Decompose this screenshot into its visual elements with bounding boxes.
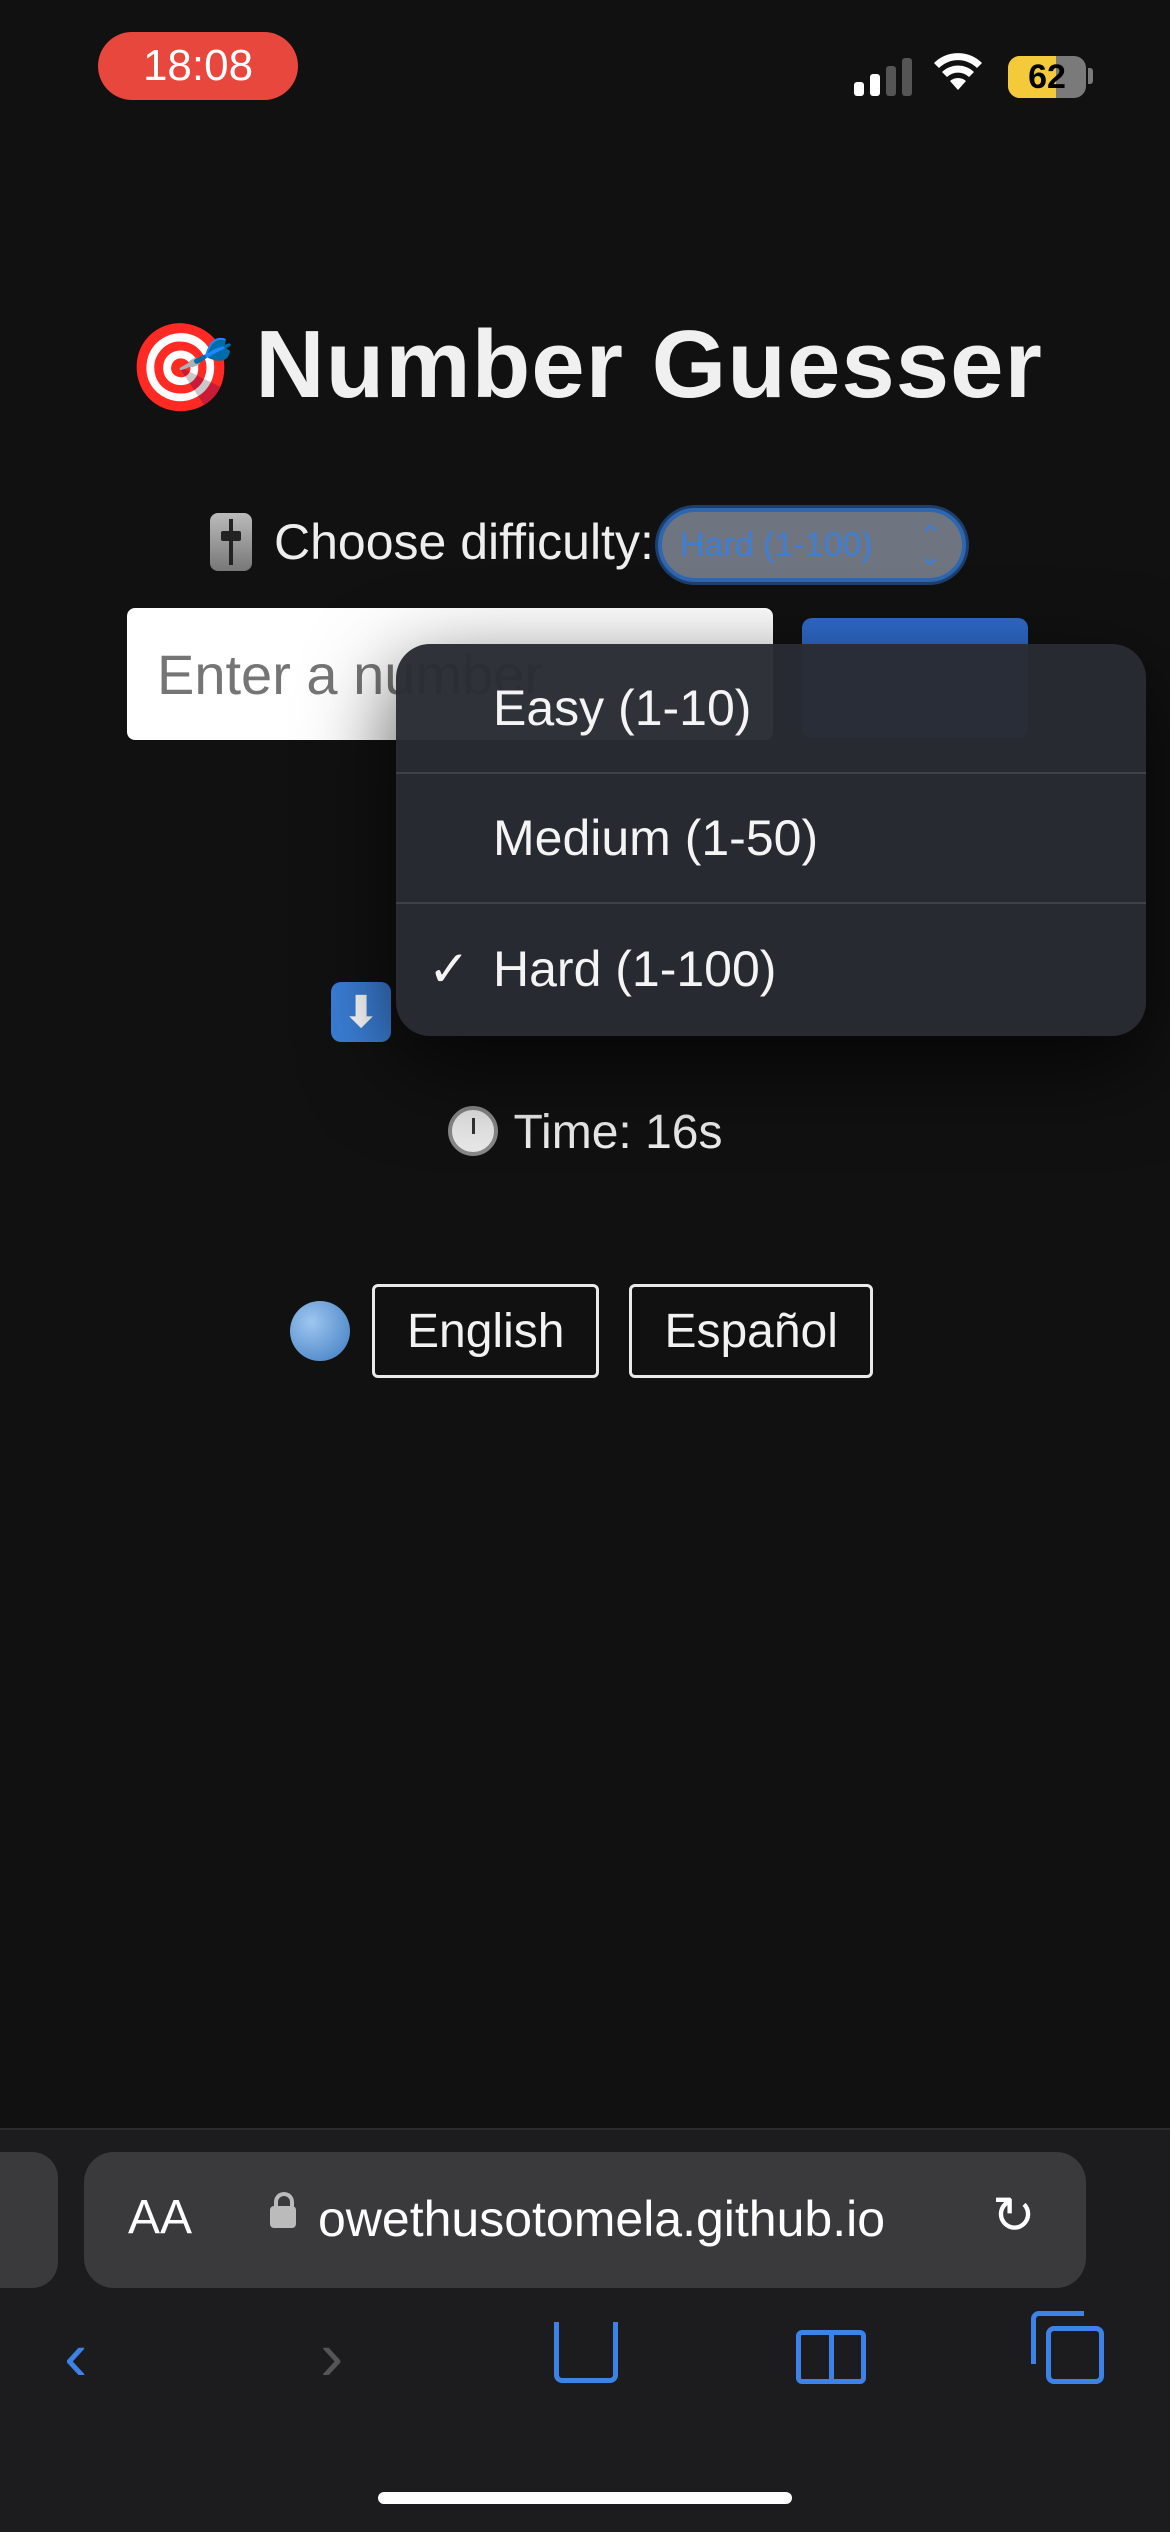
forward-icon[interactable]: › — [320, 2316, 343, 2396]
dropdown-option-label: Medium (1-50) — [493, 810, 819, 866]
toolbar-divider — [0, 2128, 1170, 2130]
level-slider-icon — [210, 513, 252, 571]
battery-cap — [1088, 68, 1093, 84]
battery-icon: 62 — [1008, 56, 1086, 98]
previous-tab-preview[interactable] — [0, 2152, 58, 2288]
url-text[interactable]: owethusotomela.github.io — [318, 2190, 885, 2248]
back-icon[interactable]: ‹ — [64, 2316, 87, 2396]
globe-icon — [290, 1301, 350, 1361]
reload-icon[interactable]: ↻ — [992, 2186, 1036, 2246]
stopwatch-icon — [447, 1106, 498, 1157]
language-english-button[interactable]: English — [372, 1284, 600, 1378]
dropdown-option-medium[interactable]: Medium (1-50) — [396, 774, 1146, 904]
share-icon[interactable] — [554, 2322, 618, 2383]
bookmarks-icon[interactable] — [796, 2330, 866, 2384]
difficulty-select-value: Hard (1-100) — [680, 525, 873, 564]
difficulty-label: Choose difficulty: — [274, 514, 654, 570]
home-indicator — [378, 2492, 792, 2504]
dropdown-option-easy[interactable]: Easy (1-10) — [396, 644, 1146, 774]
battery-level: 62 — [1028, 57, 1066, 96]
down-arrow-icon: ⬇ — [331, 982, 391, 1042]
target-icon: 🎯 — [127, 320, 236, 416]
dropdown-option-hard[interactable]: ✓ Hard (1-100) — [396, 904, 1146, 1034]
text-size-label: AA — [128, 2191, 193, 2244]
cellular-signal-icon — [854, 58, 912, 96]
dropdown-option-label: Easy (1-10) — [493, 680, 752, 736]
timer-text: Time: 16s — [513, 1106, 723, 1159]
page-title: 🎯 Number Guesser — [0, 310, 1170, 420]
language-spanish-button[interactable]: Español — [629, 1284, 873, 1378]
difficulty-row: Choose difficulty: — [210, 510, 654, 574]
language-switcher: English Español — [290, 1284, 903, 1378]
wifi-icon — [934, 53, 982, 90]
text-size-button[interactable]: AA — [128, 2190, 192, 2245]
timer: Time: 16s — [0, 1105, 1170, 1160]
status-time: 18:08 — [98, 32, 298, 100]
lock-icon — [270, 2192, 296, 2228]
tabs-icon[interactable] — [1031, 2311, 1104, 2384]
dropdown-option-label: Hard (1-100) — [493, 941, 777, 997]
difficulty-dropdown-menu: Easy (1-10) Medium (1-50) ✓ Hard (1-100) — [396, 644, 1146, 1036]
page-title-text: Number Guesser — [255, 311, 1043, 418]
chevron-updown-icon: ⌃ ⌄ — [918, 520, 942, 571]
checkmark-icon: ✓ — [428, 941, 470, 997]
difficulty-select[interactable]: Hard (1-100) ⌃ ⌄ — [658, 508, 966, 582]
